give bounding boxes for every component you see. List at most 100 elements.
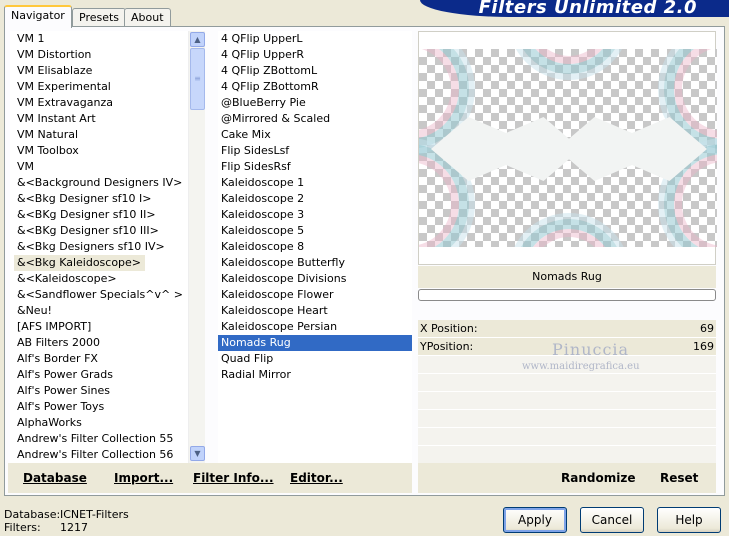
filter-item-label: Kaleidoscope Flower — [221, 288, 334, 301]
filter-item[interactable]: Kaleidoscope Persian — [218, 319, 412, 335]
category-item[interactable]: Andrew's Filter Collection 55 — [14, 431, 204, 447]
filter-item[interactable]: Kaleidoscope Divisions — [218, 271, 412, 287]
filter-item[interactable]: 4 QFlip ZBottomL — [218, 63, 412, 79]
tab-navigator[interactable]: Navigator — [4, 5, 72, 28]
category-item-label: &<Bkg Designers sf10 IV> — [17, 240, 165, 253]
category-item[interactable]: &<Background Designers IV> — [14, 175, 204, 191]
filter-item[interactable]: Radial Mirror — [218, 367, 412, 383]
help-button[interactable]: Help — [657, 507, 721, 533]
param-empty — [418, 374, 716, 392]
cancel-button[interactable]: Cancel — [580, 507, 644, 533]
filter-list[interactable]: 4 QFlip UpperL 4 QFlip UpperR 4 QFlip ZBot… — [218, 31, 412, 463]
category-item[interactable]: Alf's Power Toys — [14, 399, 204, 415]
right-toolbar: Randomize Reset — [418, 463, 716, 493]
import-button[interactable]: Import... — [114, 471, 173, 485]
editor-button[interactable]: Editor... — [290, 471, 343, 485]
randomize-button[interactable]: Randomize — [561, 471, 635, 485]
category-item[interactable]: &<Bkg Designer sf10 I> — [14, 191, 204, 207]
category-item[interactable]: Andrew's Filter Collection 56 — [14, 447, 204, 463]
filter-item-label: Kaleidoscope Persian — [221, 320, 338, 333]
category-item[interactable]: &<Sandflower Specials^v^ > — [14, 287, 204, 303]
category-item[interactable]: &<BKg Designer sf10 II> — [14, 207, 204, 223]
category-item-label: &<Kaleidoscope> — [17, 272, 117, 285]
category-item-label: &<Bkg Designer sf10 I> — [17, 192, 152, 205]
category-item-label: AlphaWorks — [17, 416, 82, 429]
filter-item[interactable]: Kaleidoscope 3 — [218, 207, 412, 223]
category-item[interactable]: AB Filters 2000 — [14, 335, 204, 351]
progress-bar — [418, 289, 716, 301]
scroll-thumb[interactable]: ≡ — [190, 48, 205, 110]
tab-presets[interactable]: Presets — [72, 8, 127, 27]
filter-item-label: Cake Mix — [221, 128, 271, 141]
category-scrollbar[interactable]: ▲ ≡ ▼ — [188, 31, 205, 463]
filter-item[interactable]: Kaleidoscope 8 — [218, 239, 412, 255]
filter-item[interactable]: Kaleidoscope Heart — [218, 303, 412, 319]
banner-title: Filters Unlimited 2.0 — [478, 0, 697, 17]
filter-item[interactable]: 4 QFlip UpperL — [218, 31, 412, 47]
category-item-label: Andrew's Filter Collection 56 — [17, 448, 174, 461]
category-item[interactable]: VM Extravaganza — [14, 95, 204, 111]
filter-item[interactable]: @BlueBerry Pie — [218, 95, 412, 111]
filter-item[interactable]: Kaleidoscope 2 — [218, 191, 412, 207]
filter-item-label: Kaleidoscope 2 — [221, 192, 305, 205]
database-label: Database: — [4, 508, 61, 521]
filter-item-label: Kaleidoscope Butterfly — [221, 256, 345, 269]
filter-item[interactable]: @Mirrored & Scaled — [218, 111, 412, 127]
category-item-label: VM Toolbox — [17, 144, 79, 157]
watermark-name: Pinuccia — [552, 340, 630, 359]
category-item-label: &<Bkg Kaleidoscope> — [14, 255, 146, 271]
scroll-down-icon[interactable]: ▼ — [190, 446, 205, 461]
category-item-label: Alf's Border FX — [17, 352, 98, 365]
category-item[interactable]: &<Bkg Designers sf10 IV> — [14, 239, 204, 255]
left-toolbar: Database Import... Filter Info... Editor… — [8, 463, 412, 493]
param-x-position[interactable]: X Position: 69 — [418, 320, 716, 338]
filter-item-label: 4 QFlip UpperR — [221, 48, 305, 61]
category-list[interactable]: VM 1 VM Distortion VM Elisablaze VM Experim… — [10, 31, 204, 463]
filter-info-button[interactable]: Filter Info... — [193, 471, 274, 485]
filter-item-label: Flip SidesRsf — [221, 160, 291, 173]
category-item[interactable]: VM Elisablaze — [14, 63, 204, 79]
filter-item-label: Quad Flip — [221, 352, 274, 365]
filter-item-label: Kaleidoscope Heart — [221, 304, 328, 317]
category-item[interactable]: &Neu! — [14, 303, 204, 319]
category-item[interactable]: VM Instant Art — [14, 111, 204, 127]
category-item[interactable]: VM Toolbox — [14, 143, 204, 159]
param-label: YPosition: — [420, 340, 474, 353]
category-item[interactable]: VM 1 — [14, 31, 204, 47]
category-item[interactable]: [AFS IMPORT] — [14, 319, 204, 335]
category-item[interactable]: VM Experimental — [14, 79, 204, 95]
filter-item[interactable]: Cake Mix — [218, 127, 412, 143]
category-item[interactable]: &<BKg Designer sf10 III> — [14, 223, 204, 239]
tab-about[interactable]: About — [124, 8, 171, 27]
category-item[interactable]: Alf's Power Sines — [14, 383, 204, 399]
category-item[interactable]: &<Bkg Kaleidoscope> — [14, 255, 204, 271]
category-item-label: AB Filters 2000 — [17, 336, 101, 349]
filter-item-label: Kaleidoscope 3 — [221, 208, 305, 221]
category-item[interactable]: VM Natural — [14, 127, 204, 143]
filter-item[interactable]: Flip SidesRsf — [218, 159, 412, 175]
apply-button[interactable]: Apply — [503, 507, 567, 533]
filter-item[interactable]: 4 QFlip UpperR — [218, 47, 412, 63]
category-item[interactable]: Alf's Border FX — [14, 351, 204, 367]
filter-item[interactable]: Nomads Rug — [218, 335, 412, 351]
scroll-up-icon[interactable]: ▲ — [190, 32, 205, 47]
category-item-label: &<BKg Designer sf10 II> — [17, 208, 156, 221]
reset-button[interactable]: Reset — [660, 471, 698, 485]
category-item[interactable]: VM Distortion — [14, 47, 204, 63]
category-item[interactable]: AlphaWorks — [14, 415, 204, 431]
filter-item[interactable]: Kaleidoscope Flower — [218, 287, 412, 303]
filter-item[interactable]: Kaleidoscope 5 — [218, 223, 412, 239]
category-item[interactable]: &<Kaleidoscope> — [14, 271, 204, 287]
filter-item-label: Kaleidoscope 8 — [221, 240, 305, 253]
filter-item[interactable]: 4 QFlip ZBottomR — [218, 79, 412, 95]
filter-item-label: 4 QFlip UpperL — [221, 32, 303, 45]
filter-item[interactable]: Kaleidoscope Butterfly — [218, 255, 412, 271]
category-item[interactable]: VM — [14, 159, 204, 175]
database-value: ICNET-Filters — [60, 508, 129, 521]
category-item[interactable]: Alf's Power Grads — [14, 367, 204, 383]
database-button[interactable]: Database — [23, 471, 87, 485]
filter-item[interactable]: Flip SidesLsf — [218, 143, 412, 159]
filter-item[interactable]: Kaleidoscope 1 — [218, 175, 412, 191]
category-item-label: [AFS IMPORT] — [17, 320, 92, 333]
filter-item[interactable]: Quad Flip — [218, 351, 412, 367]
